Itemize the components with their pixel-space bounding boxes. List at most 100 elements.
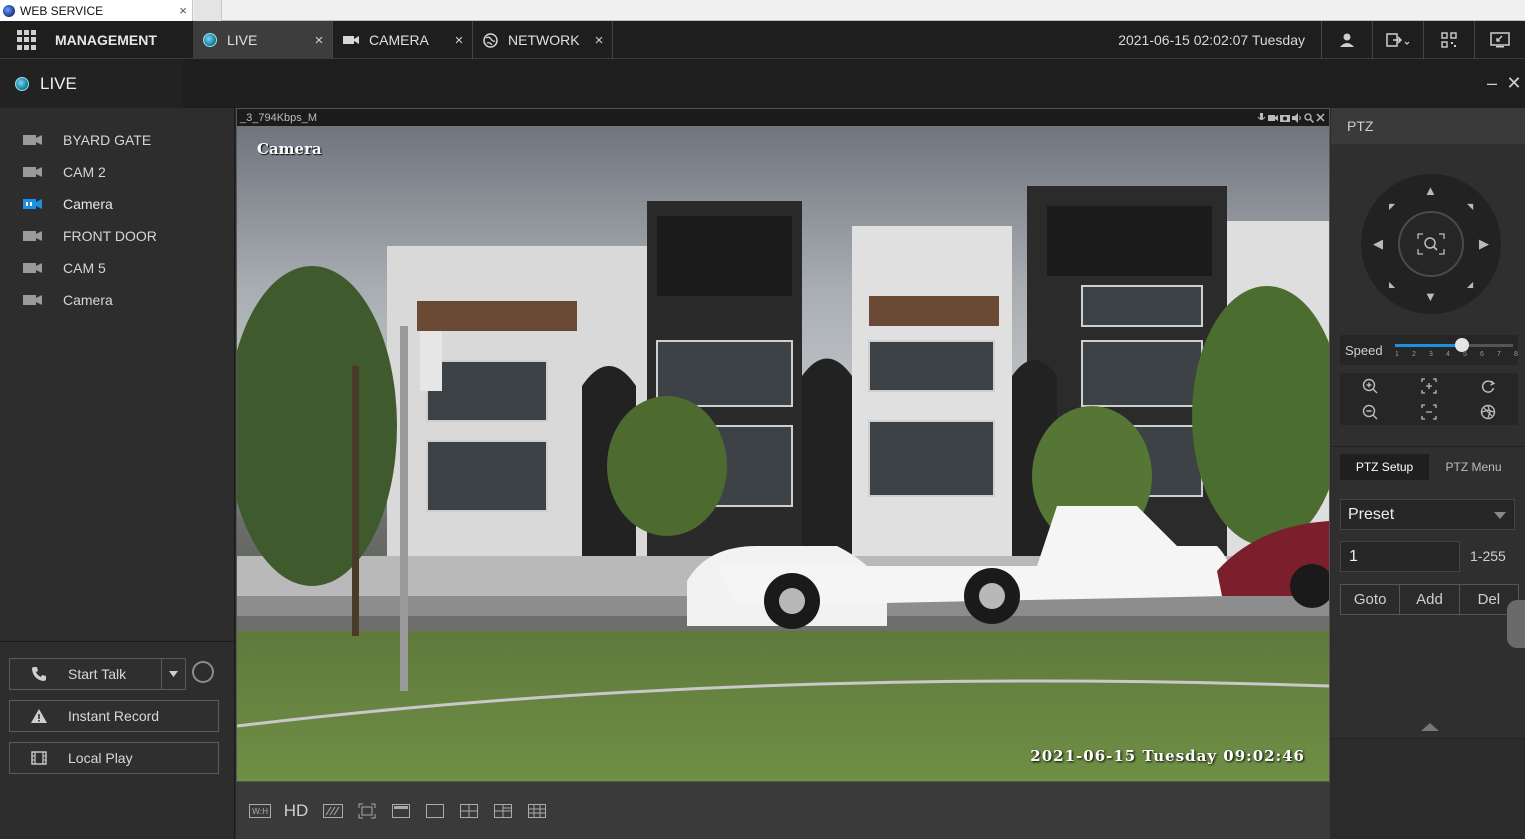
layout-4-icon[interactable] — [457, 799, 480, 822]
close-video-icon[interactable] — [1316, 113, 1325, 122]
speed-tick: 2 — [1412, 351, 1416, 358]
hd-toggle-button[interactable]: HD — [282, 799, 310, 822]
speed-tick: 7 — [1497, 351, 1501, 358]
logout-icon[interactable] — [1372, 21, 1423, 59]
management-menu-button[interactable]: MANAGEMENT — [0, 21, 193, 59]
camera-list-item[interactable]: Camera — [0, 284, 235, 316]
side-panel-handle[interactable] — [1507, 600, 1525, 648]
speed-tick: 3 — [1429, 351, 1433, 358]
browser-tab-title: WEB SERVICE — [20, 3, 104, 18]
audio-icon[interactable] — [1292, 112, 1302, 123]
window-controls: – ✕ — [1481, 59, 1525, 108]
speed-slider[interactable] — [1395, 338, 1513, 352]
stream-info: _3_794Kbps_M — [240, 111, 318, 124]
layout-6-icon[interactable] — [491, 799, 514, 822]
phone-icon — [10, 666, 68, 682]
iris-close-icon[interactable] — [1459, 399, 1518, 425]
tab-network-label: NETWORK — [508, 32, 580, 48]
speed-slider-handle[interactable] — [1455, 338, 1470, 352]
ptz-up-arrow-icon[interactable]: ▲ — [1424, 184, 1437, 197]
camera-name: Camera — [63, 292, 113, 308]
camera-list-item[interactable]: CAM 5 — [0, 252, 235, 284]
browser-new-tab[interactable] — [194, 0, 222, 21]
tab-camera[interactable]: CAMERA × — [333, 21, 473, 59]
minimize-icon[interactable]: – — [1481, 73, 1503, 94]
stream-quality-icon[interactable] — [321, 799, 344, 822]
layout-9-icon[interactable] — [525, 799, 548, 822]
focus-near-icon[interactable] — [1399, 373, 1458, 399]
close-icon[interactable]: ✕ — [1503, 73, 1525, 94]
goto-button[interactable]: Goto — [1340, 584, 1401, 615]
ptz-up-right-arrow-icon[interactable]: ◥ — [1467, 200, 1473, 213]
ptz-down-arrow-icon[interactable]: ▼ — [1424, 290, 1437, 303]
browser-tab[interactable]: WEB SERVICE × — [0, 0, 193, 21]
aspect-ratio-icon[interactable]: W:H — [248, 799, 271, 822]
talk-options-dropdown[interactable] — [161, 659, 185, 689]
add-button[interactable]: Add — [1399, 584, 1460, 615]
browser-tab-close-icon[interactable]: × — [174, 3, 192, 18]
local-play-button[interactable]: Local Play — [9, 742, 219, 774]
microphone-icon[interactable] — [1257, 112, 1266, 123]
camera-list-item[interactable]: FRONT DOOR — [0, 220, 235, 252]
ptz-down-left-arrow-icon[interactable]: ◣ — [1389, 278, 1395, 291]
tab-ptz-menu[interactable]: PTZ Menu — [1429, 454, 1518, 480]
zoom-out-icon[interactable] — [1340, 399, 1399, 425]
camera-list-item[interactable]: CAM 2 — [0, 156, 235, 188]
snapshot-icon[interactable] — [1280, 113, 1290, 123]
user-icon[interactable] — [1321, 21, 1372, 59]
speed-tick: 4 — [1446, 351, 1450, 358]
site-favicon-icon — [3, 4, 15, 17]
camera-video-feed[interactable]: Camera 2021-06-15 Tuesday 09:02:46 — [237, 126, 1329, 781]
single-window-layout-icon[interactable] — [389, 799, 412, 822]
tab-camera-label: CAMERA — [369, 32, 429, 48]
tab-camera-close-icon[interactable]: × — [446, 32, 472, 49]
tab-live[interactable]: LIVE × — [193, 21, 333, 59]
video-window-icons — [1257, 109, 1325, 126]
ptz-3d-positioning-button[interactable] — [1398, 211, 1464, 277]
tab-network[interactable]: NETWORK × — [473, 21, 613, 59]
instant-record-button[interactable]: Instant Record — [9, 700, 219, 732]
instant-record-label: Instant Record — [68, 708, 160, 724]
camera-icon — [23, 230, 43, 242]
fit-window-icon[interactable] — [355, 799, 378, 822]
preset-number-input[interactable]: 1 — [1340, 541, 1460, 572]
camera-active-icon — [23, 198, 43, 210]
iris-open-icon[interactable] — [1459, 373, 1518, 399]
ptz-tabs: PTZ Setup PTZ Menu — [1340, 454, 1518, 480]
ptz-function-select[interactable]: Preset — [1340, 499, 1515, 530]
live-header: LIVE – ✕ — [0, 59, 1525, 108]
video-viewport[interactable]: _3_794Kbps_M Camera 2021-06-15 Tuesday 0… — [236, 108, 1330, 782]
speed-tick: 8 — [1514, 351, 1518, 358]
zoom-in-icon[interactable] — [1340, 373, 1399, 399]
ptz-right-arrow-icon[interactable]: ▶ — [1479, 237, 1489, 250]
camera-list-item[interactable]: BYARD GATE — [0, 124, 235, 156]
talk-status-indicator — [192, 661, 214, 683]
live-dot-icon — [15, 76, 29, 91]
start-talk-button[interactable]: Start Talk — [9, 658, 186, 690]
tab-live-close-icon[interactable]: × — [306, 32, 332, 49]
record-icon[interactable] — [1268, 113, 1278, 123]
start-talk-label: Start Talk — [68, 666, 127, 682]
live-title-label: LIVE — [40, 73, 77, 93]
zoom-icon[interactable] — [1304, 112, 1314, 123]
ptz-up-left-arrow-icon[interactable]: ◤ — [1389, 200, 1395, 213]
ptz-left-arrow-icon[interactable]: ◀ — [1373, 237, 1383, 250]
speed-label: Speed — [1345, 342, 1383, 358]
speed-ticks: 1 2 3 4 5 6 7 8 — [1395, 351, 1518, 358]
browser-tab-bar: WEB SERVICE × — [0, 0, 1525, 21]
warning-icon — [10, 708, 68, 724]
camera-name: CAM 5 — [63, 260, 106, 276]
camera-list-item-active[interactable]: Camera — [0, 188, 235, 220]
tab-ptz-setup[interactable]: PTZ Setup — [1340, 454, 1429, 480]
fullscreen-monitor-icon[interactable] — [1474, 21, 1525, 59]
speed-tick: 5 — [1463, 351, 1467, 358]
qr-code-icon[interactable] — [1423, 21, 1474, 59]
top-tool-icons — [1321, 21, 1525, 59]
ptz-panel: PTZ ▲ ▼ ◀ ▶ ◤ ◥ ◣ ◢ Speed 1 2 3 4 5 6 7 8 PTZ S… — [1331, 108, 1525, 839]
focus-far-icon[interactable] — [1399, 399, 1458, 425]
video-stream-bar: _3_794Kbps_M — [237, 109, 1329, 126]
tab-network-close-icon[interactable]: × — [586, 32, 612, 49]
ptz-down-right-arrow-icon[interactable]: ◢ — [1467, 278, 1473, 291]
collapse-up-icon[interactable] — [1421, 723, 1439, 731]
layout-1-icon[interactable] — [423, 799, 446, 822]
